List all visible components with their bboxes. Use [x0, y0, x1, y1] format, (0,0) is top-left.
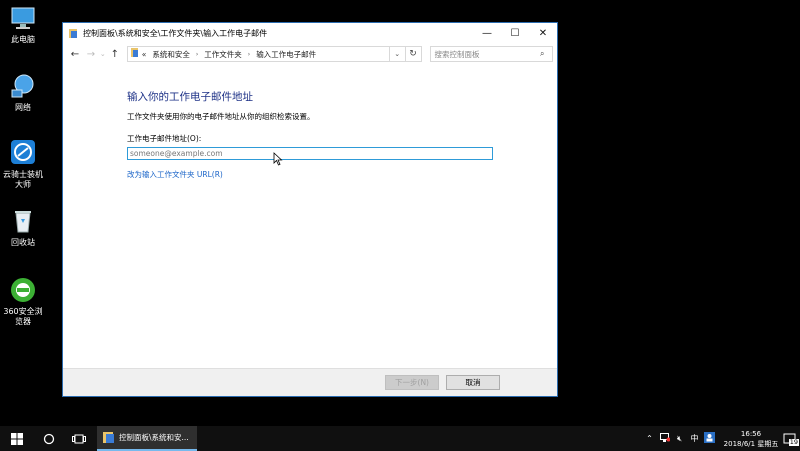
control-panel-icon: [103, 431, 115, 444]
back-arrow-icon[interactable]: ←: [67, 46, 83, 62]
desktop-icon-label: 回收站: [11, 238, 35, 247]
desktop-icon-label: 此电脑: [11, 35, 35, 44]
task-view-icon[interactable]: [64, 426, 94, 451]
action-center-icon[interactable]: 19: [783, 432, 799, 446]
close-button[interactable]: ✕: [529, 23, 557, 44]
breadcrumb-system-security[interactable]: 系统和安全: [152, 49, 190, 60]
search-icon[interactable]: ⌕: [540, 49, 552, 59]
page-description: 工作文件夹使用你的电子邮件地址从你的组织检索设置。: [127, 112, 315, 121]
network-status-icon[interactable]: [657, 433, 672, 444]
system-tray: ⌃ 🔇︎ 中 16:56 2018/6/1 星期五 19: [642, 426, 800, 451]
email-label: 工作电子邮件地址(O):: [127, 134, 202, 143]
volume-muted-icon[interactable]: 🔇︎: [672, 434, 687, 444]
recycle-bin-icon: [9, 207, 37, 235]
cloud-knight-icon: [9, 139, 37, 167]
mouse-cursor-icon: [273, 152, 283, 166]
title-bar[interactable]: 控制面板\系统和安全\工作文件夹\输入工作电子邮件 — ☐ ✕: [63, 23, 557, 44]
desktop-icon-network[interactable]: 网络: [0, 72, 46, 113]
next-button[interactable]: 下一步(N): [385, 375, 439, 390]
breadcrumb-separator-icon[interactable]: ›: [248, 51, 250, 58]
network-icon: [9, 72, 37, 100]
control-panel-icon: [130, 48, 139, 60]
desktop-icon-label: 云骑士装机大师: [3, 170, 43, 189]
breadcrumb-overflow[interactable]: «: [142, 50, 147, 59]
dialog-footer: 下一步(N) 取消: [63, 368, 557, 396]
maximize-button[interactable]: ☐: [501, 23, 529, 44]
desktop-icon-label: 360安全浏览器: [3, 307, 43, 326]
breadcrumb-enter-email[interactable]: 输入工作电子邮件: [256, 49, 316, 60]
taskbar-app-label: 控制面板\系统和安...: [119, 433, 189, 442]
forward-arrow-icon[interactable]: →: [83, 46, 99, 62]
notification-count: 19: [788, 437, 799, 446]
360-browser-icon: [9, 276, 37, 304]
navigation-bar: ← → ⌄ ↑ « 系统和安全 › 工作文件夹 › 输入工作电子邮件 ⌄ ↻ 搜…: [63, 44, 557, 64]
this-pc-icon: [9, 4, 37, 32]
windows-logo-icon: [11, 432, 23, 445]
up-arrow-icon[interactable]: ↑: [107, 46, 123, 62]
window-title: 控制面板\系统和安全\工作文件夹\输入工作电子邮件: [83, 29, 268, 38]
email-field[interactable]: someone@example.com: [127, 147, 493, 160]
control-panel-window: 控制面板\系统和安全\工作文件夹\输入工作电子邮件 — ☐ ✕ ← → ⌄ ↑ …: [62, 22, 558, 397]
desktop-icon-label: 网络: [15, 103, 31, 112]
address-bar[interactable]: « 系统和安全 › 工作文件夹 › 输入工作电子邮件: [126, 46, 390, 62]
page-heading: 输入你的工作电子邮件地址: [127, 91, 253, 103]
clock[interactable]: 16:56 2018/6/1 星期五: [723, 429, 779, 449]
clock-date: 2018/6/1 星期五: [723, 439, 779, 448]
search-input[interactable]: 搜索控制面板 ⌕: [429, 46, 554, 62]
enter-url-link[interactable]: 改为输入工作文件夹 URL(R): [127, 169, 527, 180]
user-tray-icon[interactable]: [702, 432, 717, 445]
minimize-button[interactable]: —: [473, 23, 501, 44]
desktop-icon-recycle-bin[interactable]: 回收站: [0, 207, 46, 248]
clock-time: 16:56: [740, 429, 762, 438]
desktop-icon-this-pc[interactable]: 此电脑: [0, 4, 46, 45]
breadcrumb-work-folders[interactable]: 工作文件夹: [204, 49, 242, 60]
control-panel-icon: [69, 28, 79, 39]
ime-indicator[interactable]: 中: [687, 433, 702, 444]
cancel-button[interactable]: 取消: [446, 375, 500, 390]
desktop-icon-cloud-knight[interactable]: 云骑士装机大师: [0, 139, 46, 190]
search-placeholder: 搜索控制面板: [434, 49, 480, 59]
breadcrumb-separator-icon[interactable]: ›: [196, 51, 198, 58]
taskbar-app-control-panel[interactable]: 控制面板\系统和安...: [97, 426, 197, 451]
address-dropdown-icon[interactable]: ⌄: [389, 46, 406, 62]
email-placeholder: someone@example.com: [130, 149, 223, 158]
main-content: 输入你的工作电子邮件地址 工作文件夹使用你的电子邮件地址从你的组织检索设置。 工…: [127, 89, 527, 180]
refresh-icon[interactable]: ↻: [405, 46, 422, 62]
start-button[interactable]: [0, 426, 34, 451]
desktop-icon-360-browser[interactable]: 360安全浏览器: [0, 276, 46, 327]
cortana-icon[interactable]: [34, 426, 64, 451]
taskbar: 控制面板\系统和安... ⌃ 🔇︎ 中 16:56 2018/6/1 星期五 1…: [0, 426, 800, 451]
chevron-up-icon[interactable]: ⌃: [642, 434, 657, 443]
chevron-down-icon[interactable]: ⌄: [99, 46, 107, 62]
